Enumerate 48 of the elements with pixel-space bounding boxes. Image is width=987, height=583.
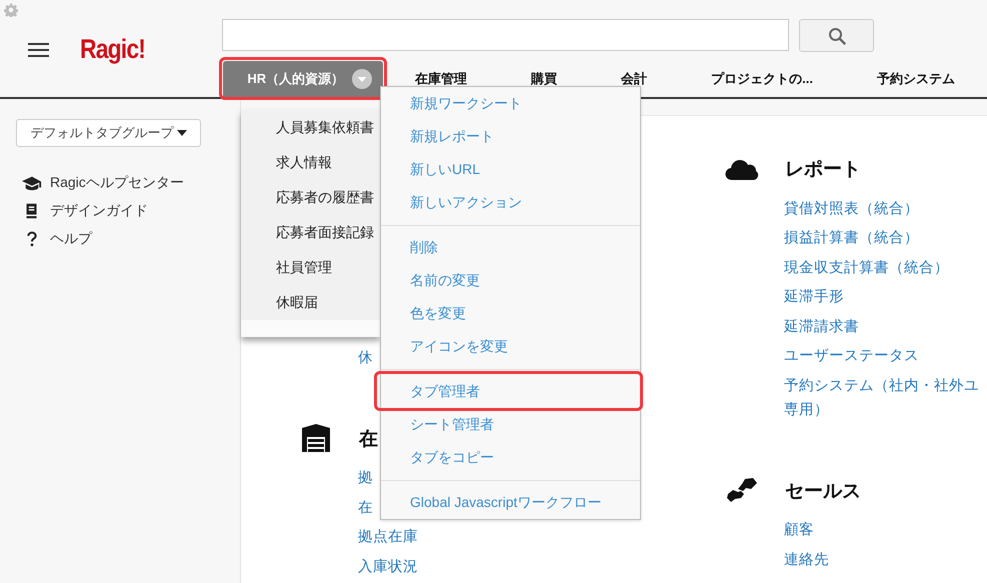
sheet-menu-item[interactable]: 休暇届 [241,285,380,320]
menu-item[interactable]: 削除 [381,231,640,264]
menu-item[interactable]: シート管理者 [381,408,640,441]
tab[interactable]: プロジェクトの... [679,61,845,97]
menu-item[interactable]: 色を変更 [381,297,640,330]
section-title: レポート [785,158,861,182]
caret-icon [352,69,372,89]
logo: Ragic! [80,34,146,65]
section-title: セールス [785,480,861,504]
tab[interactable]: 予約システム [845,61,987,97]
menu-item[interactable]: タブをコピー [381,441,640,474]
sheet-link[interactable]: 損益計算書（統合） [784,224,980,253]
sheet-link[interactable]: 現金収支計算書（統合） [784,253,980,282]
menu-item[interactable]: タブ管理者 [381,375,640,408]
sheet-link[interactable]: 予約システム（社内・社外ユ専用） [784,371,980,424]
sidebar-link[interactable]: Ragicヘルプセンター [50,174,184,192]
menu-item[interactable]: 新規レポート [381,120,640,153]
search-button[interactable] [799,19,874,52]
sheet-menu-item[interactable]: 応募者の履歴書 [241,180,380,215]
graduation-cap-icon [22,174,42,192]
settings-icon [4,3,18,17]
sheet-menu-item[interactable]: 応募者面接記録 [241,215,380,250]
sheet-menu-item[interactable]: 人員募集依頼書 [241,110,380,145]
sheet-link[interactable]: ユーザーステータス [784,342,980,371]
sheet-link[interactable]: 延滞請求書 [784,312,980,342]
warehouse-icon [299,424,333,454]
sheet-link[interactable]: 連絡先 [784,545,980,574]
menu-item[interactable]: 新しいURL [381,153,640,186]
section-title: 在 [359,428,378,452]
sheet-link[interactable]: 貸借対照表（統合） [784,194,980,224]
sheet-menu-item[interactable]: 社員管理 [241,250,380,285]
menu-icon[interactable] [28,40,49,58]
search-field[interactable] [222,19,790,51]
search-icon [828,26,846,44]
sheet-link[interactable]: 延滞手形 [784,282,980,312]
menu-item[interactable]: 新規ワークシート [381,87,640,120]
sheet-link[interactable]: 拠点在庫 [358,522,554,552]
tab-group-dropdown[interactable]: デフォルトタブグループ [16,119,201,147]
sheet-link[interactable]: 顧客 [784,516,980,545]
sheet-link[interactable]: 入庫状況 [358,552,554,582]
menu-item[interactable]: アイコンを変更 [381,330,640,363]
sidebar-link[interactable]: ヘルプ [50,230,92,248]
menu-item[interactable]: 名前の変更 [381,264,640,297]
menu-item[interactable]: 新しいアクション [381,186,640,219]
menu-item[interactable]: Global Javascriptワークフロー [381,486,640,519]
sidebar-link[interactable]: デザインガイド [50,202,148,220]
caret-icon [176,130,186,136]
sheet-menu-item[interactable]: 求人情報 [241,145,380,180]
